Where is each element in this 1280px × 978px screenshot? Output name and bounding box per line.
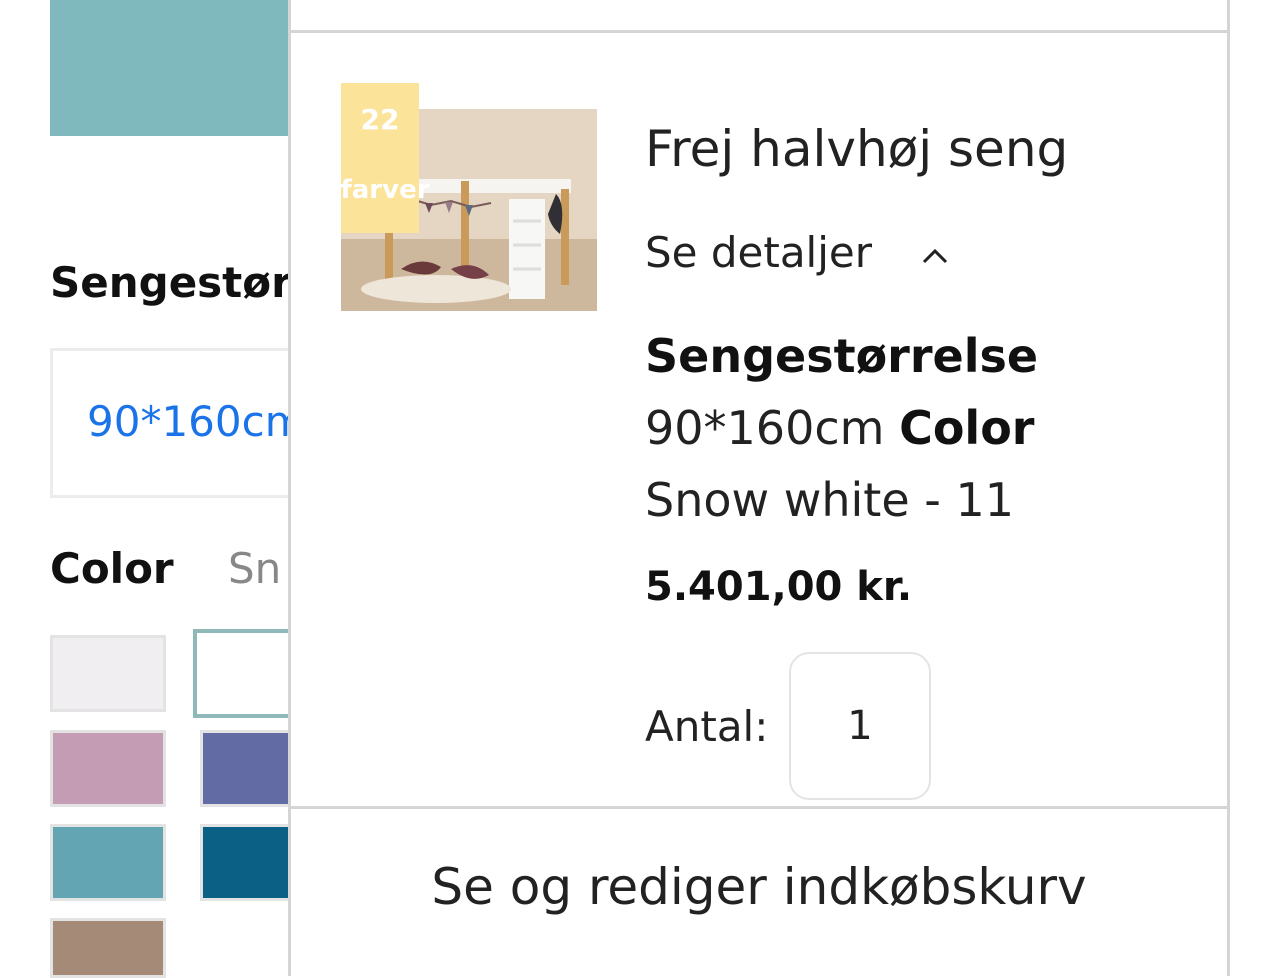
- quantity-input[interactable]: [789, 652, 931, 800]
- quantity-label: Antal:: [645, 702, 769, 751]
- color-label: Color: [50, 544, 174, 593]
- popup-top-divider: [291, 30, 1227, 33]
- popup-bottom-divider: [291, 806, 1227, 809]
- bed-size-label: Sengestør: [50, 258, 292, 307]
- color-swatch[interactable]: [50, 730, 166, 807]
- cart-popup: 22 farver Frej halvhøj seng Se detaljer …: [288, 0, 1230, 976]
- color-swatch[interactable]: [200, 824, 300, 901]
- color-attr-value: Snow white - 11: [645, 473, 1015, 527]
- bed-size-select[interactable]: 90*160cm: [50, 348, 310, 498]
- color-swatch[interactable]: [200, 730, 300, 807]
- details-toggle[interactable]: Se detaljer: [645, 228, 872, 277]
- color-attr-label: Color: [899, 401, 1035, 455]
- bed-size-attr-value: 90*160cm: [645, 401, 885, 455]
- color-value: Sn: [228, 544, 282, 593]
- color-swatch-selected[interactable]: [193, 629, 303, 718]
- color-swatch[interactable]: [50, 918, 166, 978]
- color-swatch[interactable]: [50, 824, 166, 901]
- view-edit-cart-link[interactable]: Se og rediger indkøbskurv: [291, 858, 1227, 916]
- product-price: 5.401,00 kr.: [645, 564, 913, 610]
- add-to-cart-button-background[interactable]: [50, 0, 290, 136]
- chevron-up-icon[interactable]: [921, 246, 949, 266]
- bed-size-value: 90*160cm: [87, 397, 306, 446]
- colors-count-badge: 22 farver: [340, 83, 430, 233]
- colors-count-label: farver: [340, 175, 430, 205]
- product-attributes: Sengestørrelse 90*160cm Color Snow white…: [645, 320, 1125, 536]
- product-title[interactable]: Frej halvhøj seng: [645, 120, 1068, 178]
- colors-count-number: 22: [360, 103, 400, 136]
- color-swatch[interactable]: [50, 635, 166, 712]
- bed-size-attr-label: Sengestørrelse: [645, 329, 1039, 383]
